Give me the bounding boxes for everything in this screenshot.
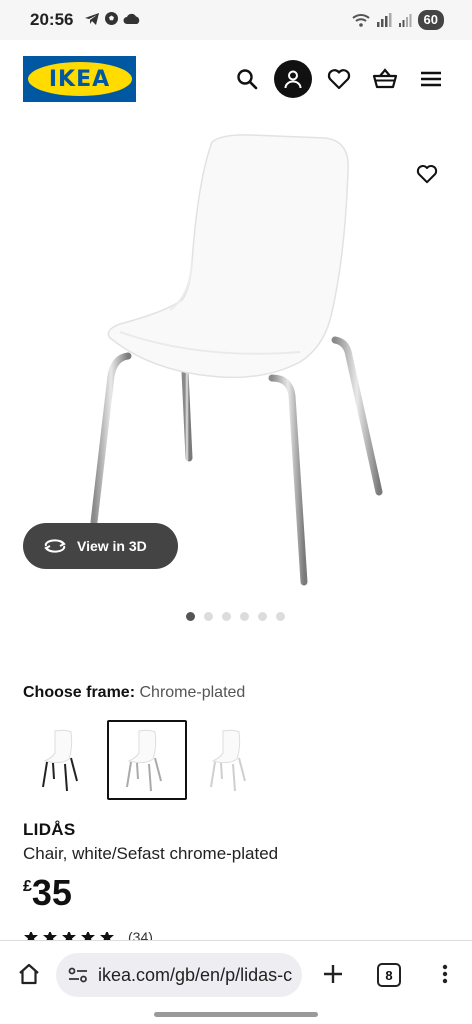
menu-icon [421,71,441,87]
browser-home-button[interactable] [14,959,44,989]
status-bar: 20:56 60 [0,0,472,40]
carousel-dot[interactable] [258,612,267,621]
chair-thumbnail-chrome [126,729,162,792]
telegram-icon [85,12,99,25]
address-bar[interactable]: ikea.com/gb/en/p/lidas-c [56,953,302,997]
carousel-dot[interactable] [204,612,213,621]
wishlist-button[interactable] [320,60,358,98]
chair-thumbnail-black [42,729,78,792]
choose-frame-label: Choose frame: [23,684,136,701]
variant-white[interactable] [191,720,271,800]
variant-chrome[interactable] [107,720,187,800]
site-header: IKEA [0,40,472,120]
cloud-icon [123,13,140,24]
home-icon [19,963,39,985]
basket-icon [372,68,398,89]
rotate-3d-icon [44,539,66,553]
header-icons [220,60,450,98]
heart-icon [327,69,351,90]
status-time: 20:56 [30,10,74,29]
choose-frame: Choose frame: Chrome-plated [23,684,245,702]
signal-icon [376,13,392,27]
status-system-icons: 60 [351,10,444,30]
gesture-bar [154,1012,318,1017]
ikea-logo[interactable]: IKEA [23,56,136,102]
product-description: Chair, white/Sefast chrome-plated [23,844,279,863]
price-amount: 35 [31,872,72,913]
ikea-logo-oval: IKEA [27,62,132,96]
product-price: £ 35 [23,872,72,914]
status-notification-icons [84,11,141,26]
account-button[interactable] [274,60,312,98]
plus-icon [324,965,342,983]
menu-button[interactable] [412,60,450,98]
basket-button[interactable] [366,60,404,98]
product-wishlist-button[interactable] [410,157,444,191]
signal-icon-2 [398,14,412,27]
football-icon [105,12,118,25]
view-in-3d-label: View in 3D [77,538,147,554]
carousel-dots [186,612,285,621]
chair-thumbnail-white [210,729,246,792]
battery-indicator: 60 [417,10,444,30]
url-text: ikea.com/gb/en/p/lidas-c [98,964,293,985]
heart-icon [416,165,438,184]
carousel-dot[interactable] [240,612,249,621]
price-currency: £ [23,878,32,895]
browser-menu-button[interactable] [430,959,460,989]
view-in-3d-button[interactable]: View in 3D [23,523,178,569]
search-button[interactable] [228,60,266,98]
variant-black[interactable] [23,720,103,800]
new-tab-button[interactable] [318,959,348,989]
frame-variants [23,720,271,800]
site-settings-icon [68,967,87,983]
more-vert-icon [442,964,448,984]
carousel-dot[interactable] [186,612,195,621]
carousel-dot[interactable] [222,612,231,621]
product-name: LIDÅS [23,820,76,839]
choose-frame-value: Chrome-plated [139,684,246,701]
tab-switcher-button[interactable]: 8 [377,963,401,987]
ikea-logo-text: IKEA [48,66,111,92]
wifi-icon [351,14,370,27]
user-icon [284,70,302,89]
carousel-dot[interactable] [276,612,285,621]
search-icon [237,69,258,90]
